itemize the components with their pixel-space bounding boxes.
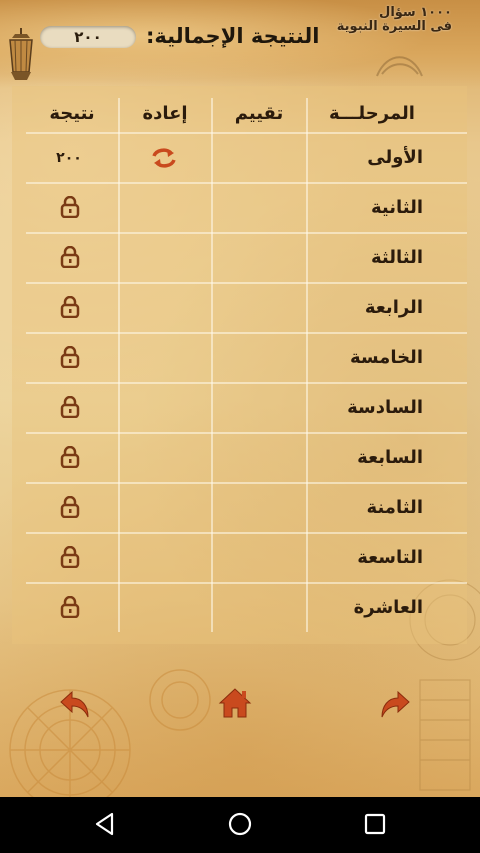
lock-icon xyxy=(60,395,80,419)
lock-icon xyxy=(60,495,80,519)
header: ١٠٠٠ سؤال فى السيرة النبوية ٢٠٠ النتيجة … xyxy=(0,0,480,88)
column-divider xyxy=(211,98,213,632)
app-title-line2: فى السيرة النبوية xyxy=(336,19,452,34)
lock-icon xyxy=(60,195,80,219)
system-navigation-bar xyxy=(0,797,480,853)
row-divider xyxy=(26,532,467,534)
header-retry: إعادة xyxy=(142,103,188,124)
lantern-icon xyxy=(2,28,40,84)
row-divider xyxy=(26,432,467,434)
stage-result: ٢٠٠ xyxy=(56,150,82,166)
lock-icon xyxy=(60,345,80,369)
home-icon[interactable] xyxy=(218,686,252,720)
header-stage: المرحلـــة xyxy=(329,103,415,124)
row-divider xyxy=(26,382,467,384)
column-divider xyxy=(118,98,120,632)
triangle-back-icon[interactable] xyxy=(92,811,118,837)
stage-name: الأولى xyxy=(367,147,423,168)
quiz-stages-screen: ١٠٠٠ سؤال فى السيرة النبوية ٢٠٠ النتيجة … xyxy=(0,0,480,797)
calligraphy-emblem xyxy=(372,46,428,86)
stages-table: المرحلـــة تقييم إعادة نتيجة الأولى ٢٠٠ … xyxy=(12,86,467,644)
circle-home-icon[interactable] xyxy=(227,811,253,837)
stage-name: الثانية xyxy=(370,197,423,218)
stage-name: الثامنة xyxy=(366,497,423,518)
total-score-label: النتيجة الإجمالية: xyxy=(146,24,320,48)
arrow-back-icon[interactable] xyxy=(58,686,92,720)
row-divider xyxy=(26,182,467,184)
row-divider xyxy=(26,232,467,234)
lock-icon xyxy=(60,595,80,619)
lock-icon xyxy=(60,545,80,569)
stage-name: التاسعة xyxy=(357,547,423,568)
stage-name: الثالثة xyxy=(370,247,423,268)
stage-name: الخامسة xyxy=(349,347,423,368)
lock-icon xyxy=(60,245,80,269)
row-divider xyxy=(26,132,467,134)
stage-name: السادسة xyxy=(347,397,423,418)
header-rating: تقييم xyxy=(234,103,284,124)
lock-icon xyxy=(60,445,80,469)
square-recents-icon[interactable] xyxy=(363,812,387,836)
arrow-forward-icon[interactable] xyxy=(378,686,412,720)
row-divider xyxy=(26,282,467,284)
stage-name: الرابعة xyxy=(364,297,423,318)
decorative-ornament xyxy=(0,640,220,797)
app-title-line1: ١٠٠٠ سؤال xyxy=(379,5,452,20)
row-divider xyxy=(26,332,467,334)
row-divider xyxy=(26,582,467,584)
lock-icon xyxy=(60,295,80,319)
row-divider xyxy=(26,482,467,484)
app-title: ١٠٠٠ سؤال فى السيرة النبوية xyxy=(337,6,452,34)
refresh-icon[interactable] xyxy=(150,146,178,170)
stage-name: السابعة xyxy=(357,447,423,468)
stage-name: العاشرة xyxy=(353,597,423,618)
total-score-field: ٢٠٠ xyxy=(40,26,136,48)
header-result: نتيجة xyxy=(49,103,95,124)
